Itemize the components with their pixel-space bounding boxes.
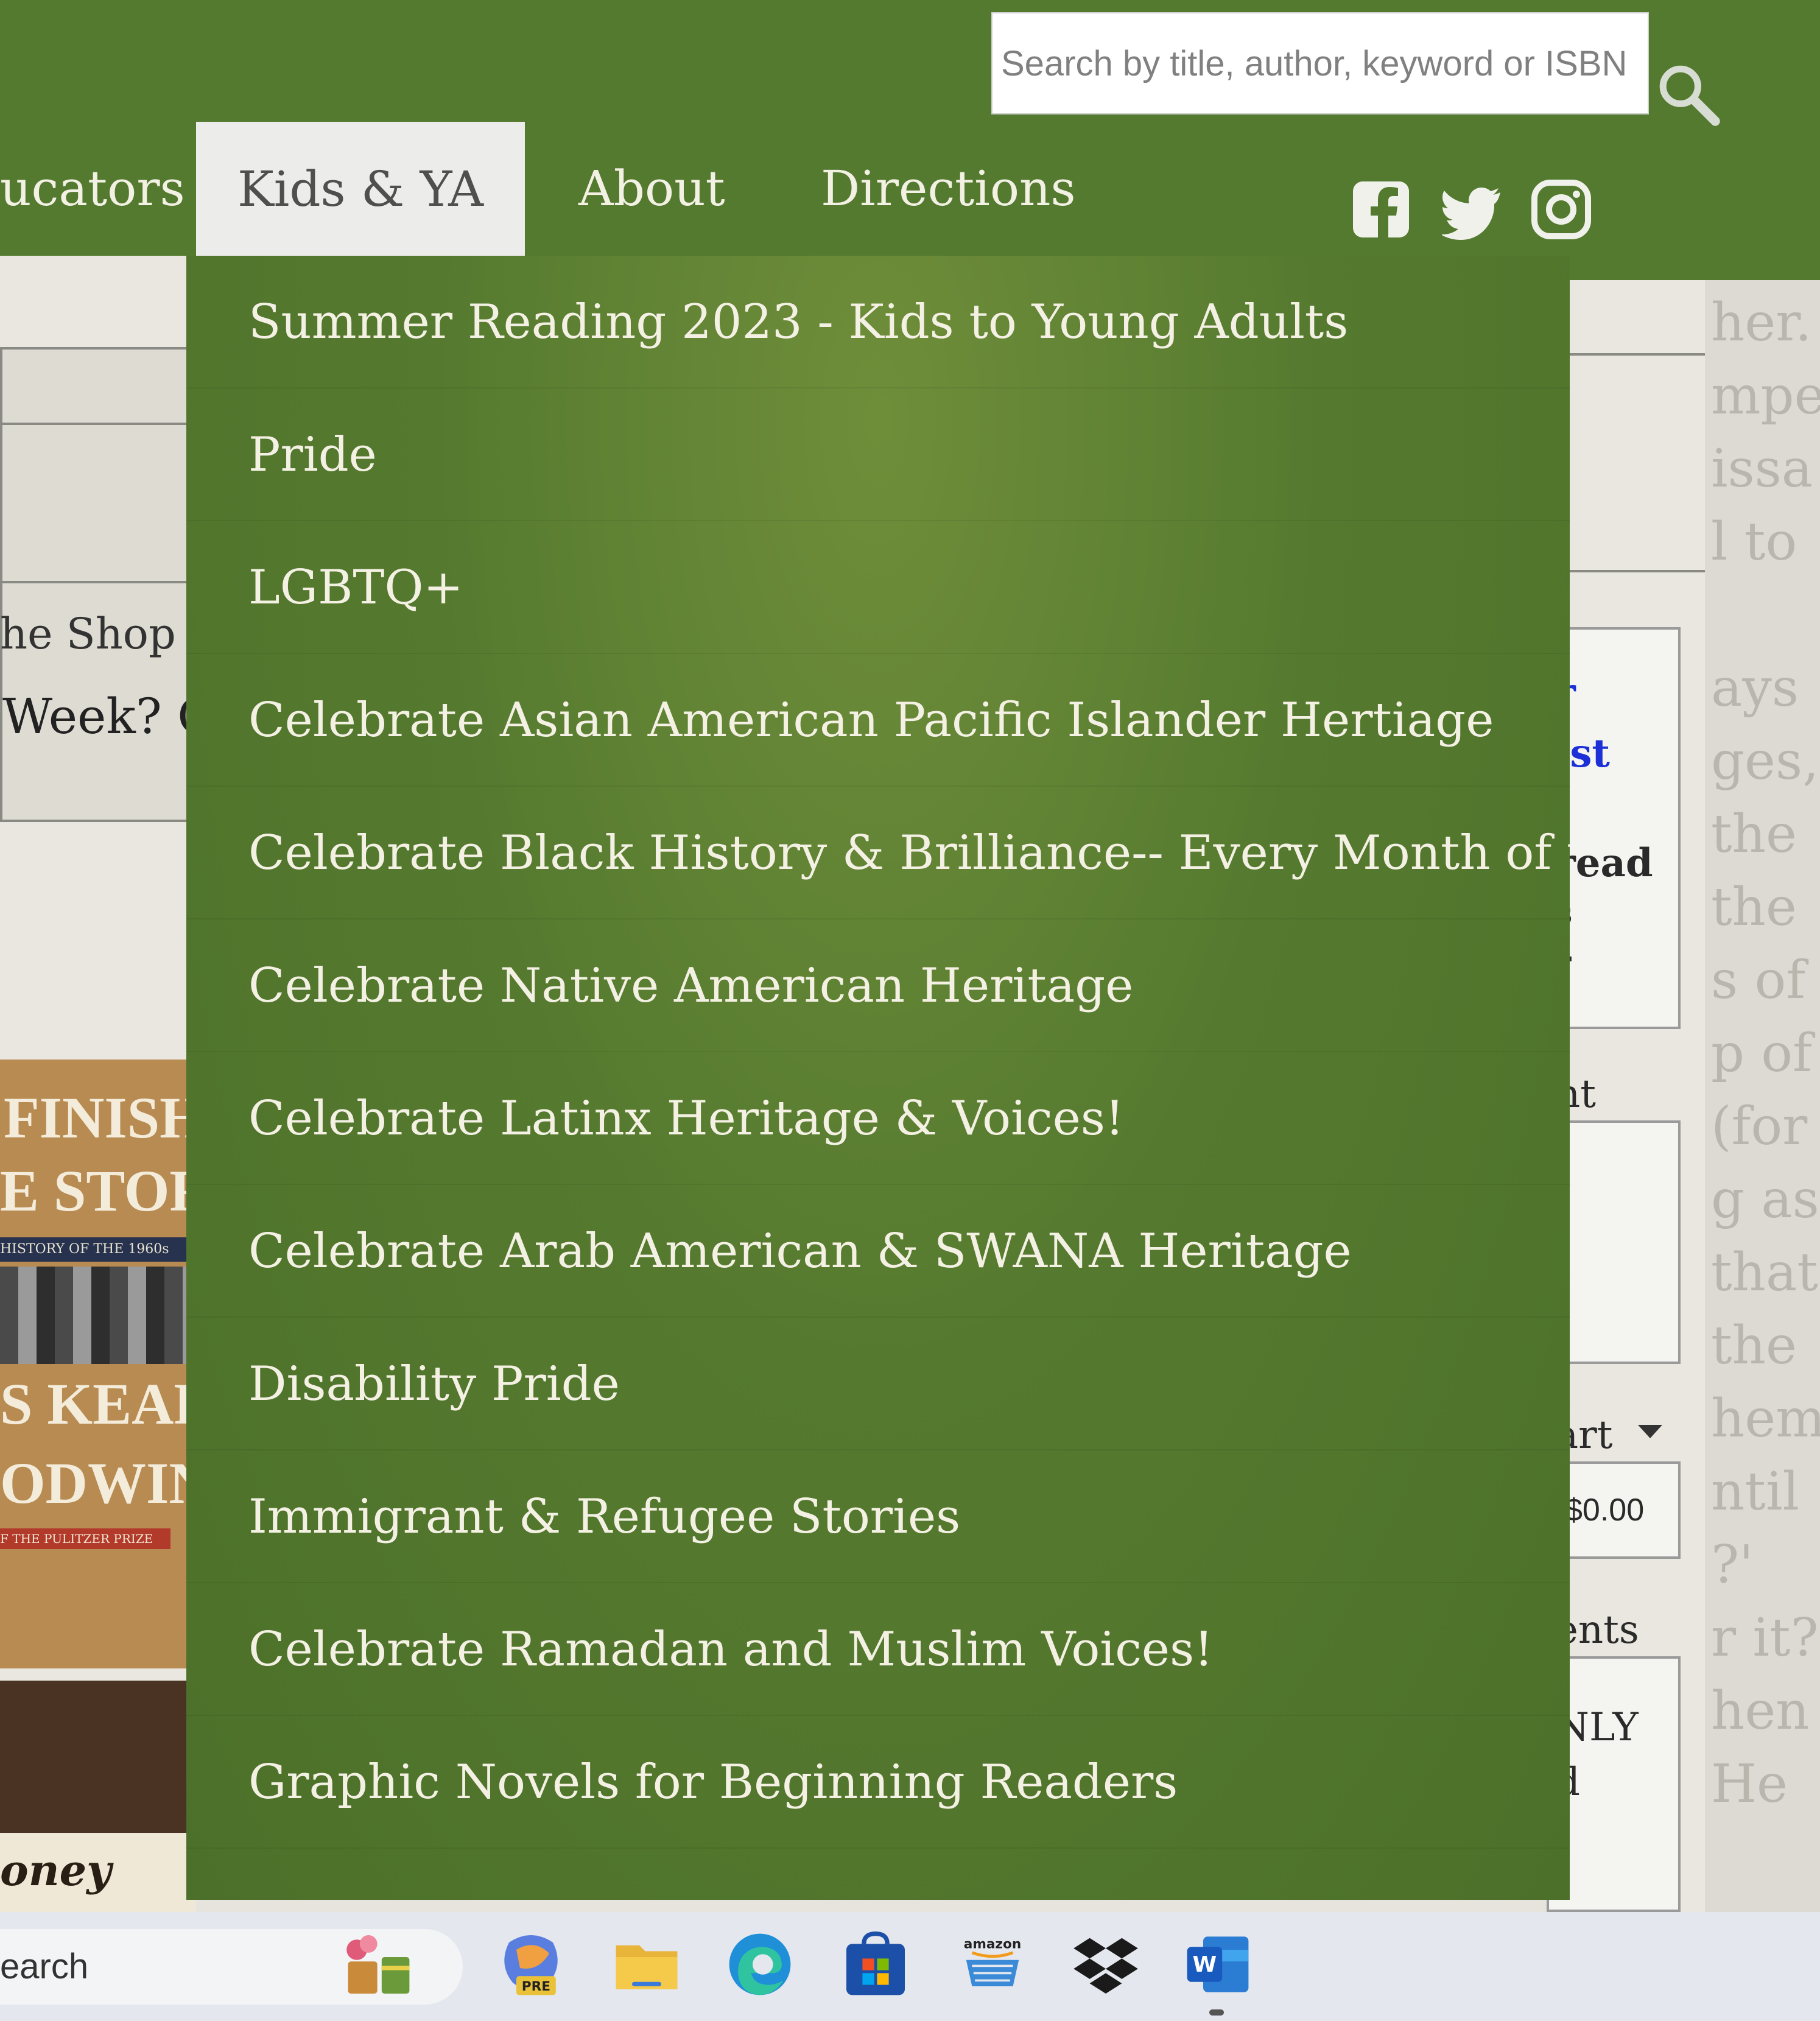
article-fragment: ays xyxy=(1711,658,1799,719)
word-icon[interactable]: W xyxy=(1181,1928,1254,2001)
book-label: oney xyxy=(0,1833,195,1912)
book-title-line: FINISHEI xyxy=(4,1085,195,1150)
article-fragment: s of xyxy=(1711,950,1806,1011)
file-explorer-icon[interactable] xyxy=(610,1928,683,2001)
book-cover-2[interactable]: oney xyxy=(0,1681,195,1912)
article-fragment: issa xyxy=(1711,438,1813,499)
book-title-fragment: oney xyxy=(0,1845,111,1896)
book-cover[interactable]: FINISHEI E STORY HISTORY OF THE 1960s S … xyxy=(0,1060,195,1668)
menu-item-pride[interactable]: Pride xyxy=(186,388,1570,521)
nav-directions[interactable]: Directions xyxy=(821,140,1076,237)
article-fragment: the xyxy=(1711,877,1797,938)
menu-item-ramadan-muslim-voices[interactable]: Celebrate Ramadan and Muslim Voices! xyxy=(186,1583,1570,1716)
dropbox-icon[interactable] xyxy=(1069,1928,1142,2001)
book-title-line: E STORY xyxy=(0,1158,195,1223)
background-right-column: r ist read s r nt t art $0.00 ents NLY d xyxy=(1547,280,1729,1912)
widgets-icon[interactable] xyxy=(342,1928,415,2001)
article-fragment: that xyxy=(1711,1242,1818,1303)
search-input[interactable] xyxy=(991,12,1649,114)
menu-item-immigrant-refugee-stories[interactable]: Immigrant & Refugee Stories xyxy=(186,1450,1570,1583)
menu-item-graphic-novels-beginning-readers[interactable]: Graphic Novels for Beginning Readers xyxy=(186,1716,1570,1849)
book-subtitle: HISTORY OF THE 1960s xyxy=(0,1237,195,1262)
article-fragment: l to xyxy=(1711,511,1797,572)
week-text: Week? C xyxy=(2,688,196,745)
book-author-line: ODWIN xyxy=(0,1450,195,1516)
menu-item-lgbtq[interactable]: LGBTQ+ xyxy=(186,521,1570,654)
facebook-icon[interactable] xyxy=(1351,178,1411,241)
edge-icon[interactable] xyxy=(723,1928,796,2001)
book-award-band: F THE PULITZER PRIZE xyxy=(0,1528,170,1549)
article-fragment: hen xyxy=(1711,1681,1810,1742)
article-fragment: ges, xyxy=(1711,731,1819,792)
menu-item-summer-reading-2023[interactable]: Summer Reading 2023 - Kids to Young Adul… xyxy=(186,256,1570,388)
menu-item-disability-pride[interactable]: Disability Pride xyxy=(186,1318,1570,1450)
the-shop-link[interactable]: he Shop xyxy=(0,609,176,659)
menu-item-aapi-heritage[interactable]: Celebrate Asian American Pacific Islande… xyxy=(186,654,1570,787)
cart-total: $0.00 xyxy=(1565,1492,1645,1528)
background-frame xyxy=(1547,353,1729,572)
svg-text:amazon: amazon xyxy=(964,1937,1021,1952)
background-article-text: her. mpel- issa l to ays ges, the the s … xyxy=(1705,280,1820,1912)
article-fragment: (for xyxy=(1711,1096,1808,1157)
instagram-icon[interactable] xyxy=(1531,178,1592,241)
book-author-line: S KEARNS xyxy=(0,1371,195,1436)
article-fragment: the xyxy=(1711,804,1797,865)
background-left-column: he Shop Week? C FINISHEI E STORY HISTORY… xyxy=(0,256,196,1912)
twitter-icon[interactable] xyxy=(1442,178,1503,241)
nav-kids-ya[interactable]: Kids & YA xyxy=(196,122,525,257)
article-fragment: ntil xyxy=(1711,1461,1799,1522)
kids-ya-dropdown-menu: Summer Reading 2023 - Kids to Young Adul… xyxy=(186,256,1570,1900)
amazon-icon[interactable]: amazon xyxy=(956,1928,1029,2001)
copilot-pre-icon[interactable]: PRE xyxy=(494,1928,567,2001)
right-text: read xyxy=(1555,840,1653,886)
article-fragment: He xyxy=(1711,1754,1788,1815)
site-header: ucators Kids & YA About Directions xyxy=(0,0,1820,285)
os-taskbar: earch PRE amazon W xyxy=(0,1912,1820,2021)
article-fragment: r it? xyxy=(1711,1608,1819,1668)
svg-text:W: W xyxy=(1193,1952,1217,1977)
article-fragment: her. xyxy=(1711,292,1812,353)
article-fragment: p of xyxy=(1711,1023,1812,1084)
menu-item-latinx-heritage[interactable]: Celebrate Latinx Heritage & Voices! xyxy=(186,1052,1570,1185)
nav-about[interactable]: About xyxy=(578,140,725,237)
menu-item-arab-american-swana[interactable]: Celebrate Arab American & SWANA Heritage xyxy=(186,1185,1570,1318)
menu-item-native-american-heritage[interactable]: Celebrate Native American Heritage xyxy=(186,919,1570,1052)
search-icon[interactable] xyxy=(1655,61,1722,128)
menu-item-black-history[interactable]: Celebrate Black History & Brilliance-- E… xyxy=(186,787,1570,919)
cart-dropdown-icon[interactable] xyxy=(1638,1425,1662,1438)
article-fragment: mpel- xyxy=(1711,365,1820,426)
nav-educators[interactable]: ucators xyxy=(0,140,185,237)
book-photo xyxy=(0,1267,195,1364)
article-fragment: ?' xyxy=(1711,1534,1754,1595)
article-fragment: the xyxy=(1711,1315,1797,1376)
active-app-indicator xyxy=(1209,2009,1224,2016)
article-fragment: g as xyxy=(1711,1169,1819,1230)
svg-text:PRE: PRE xyxy=(522,1979,550,1994)
background-frame xyxy=(0,347,196,822)
store-icon[interactable] xyxy=(839,1928,912,2001)
article-fragment: hem xyxy=(1711,1388,1820,1449)
